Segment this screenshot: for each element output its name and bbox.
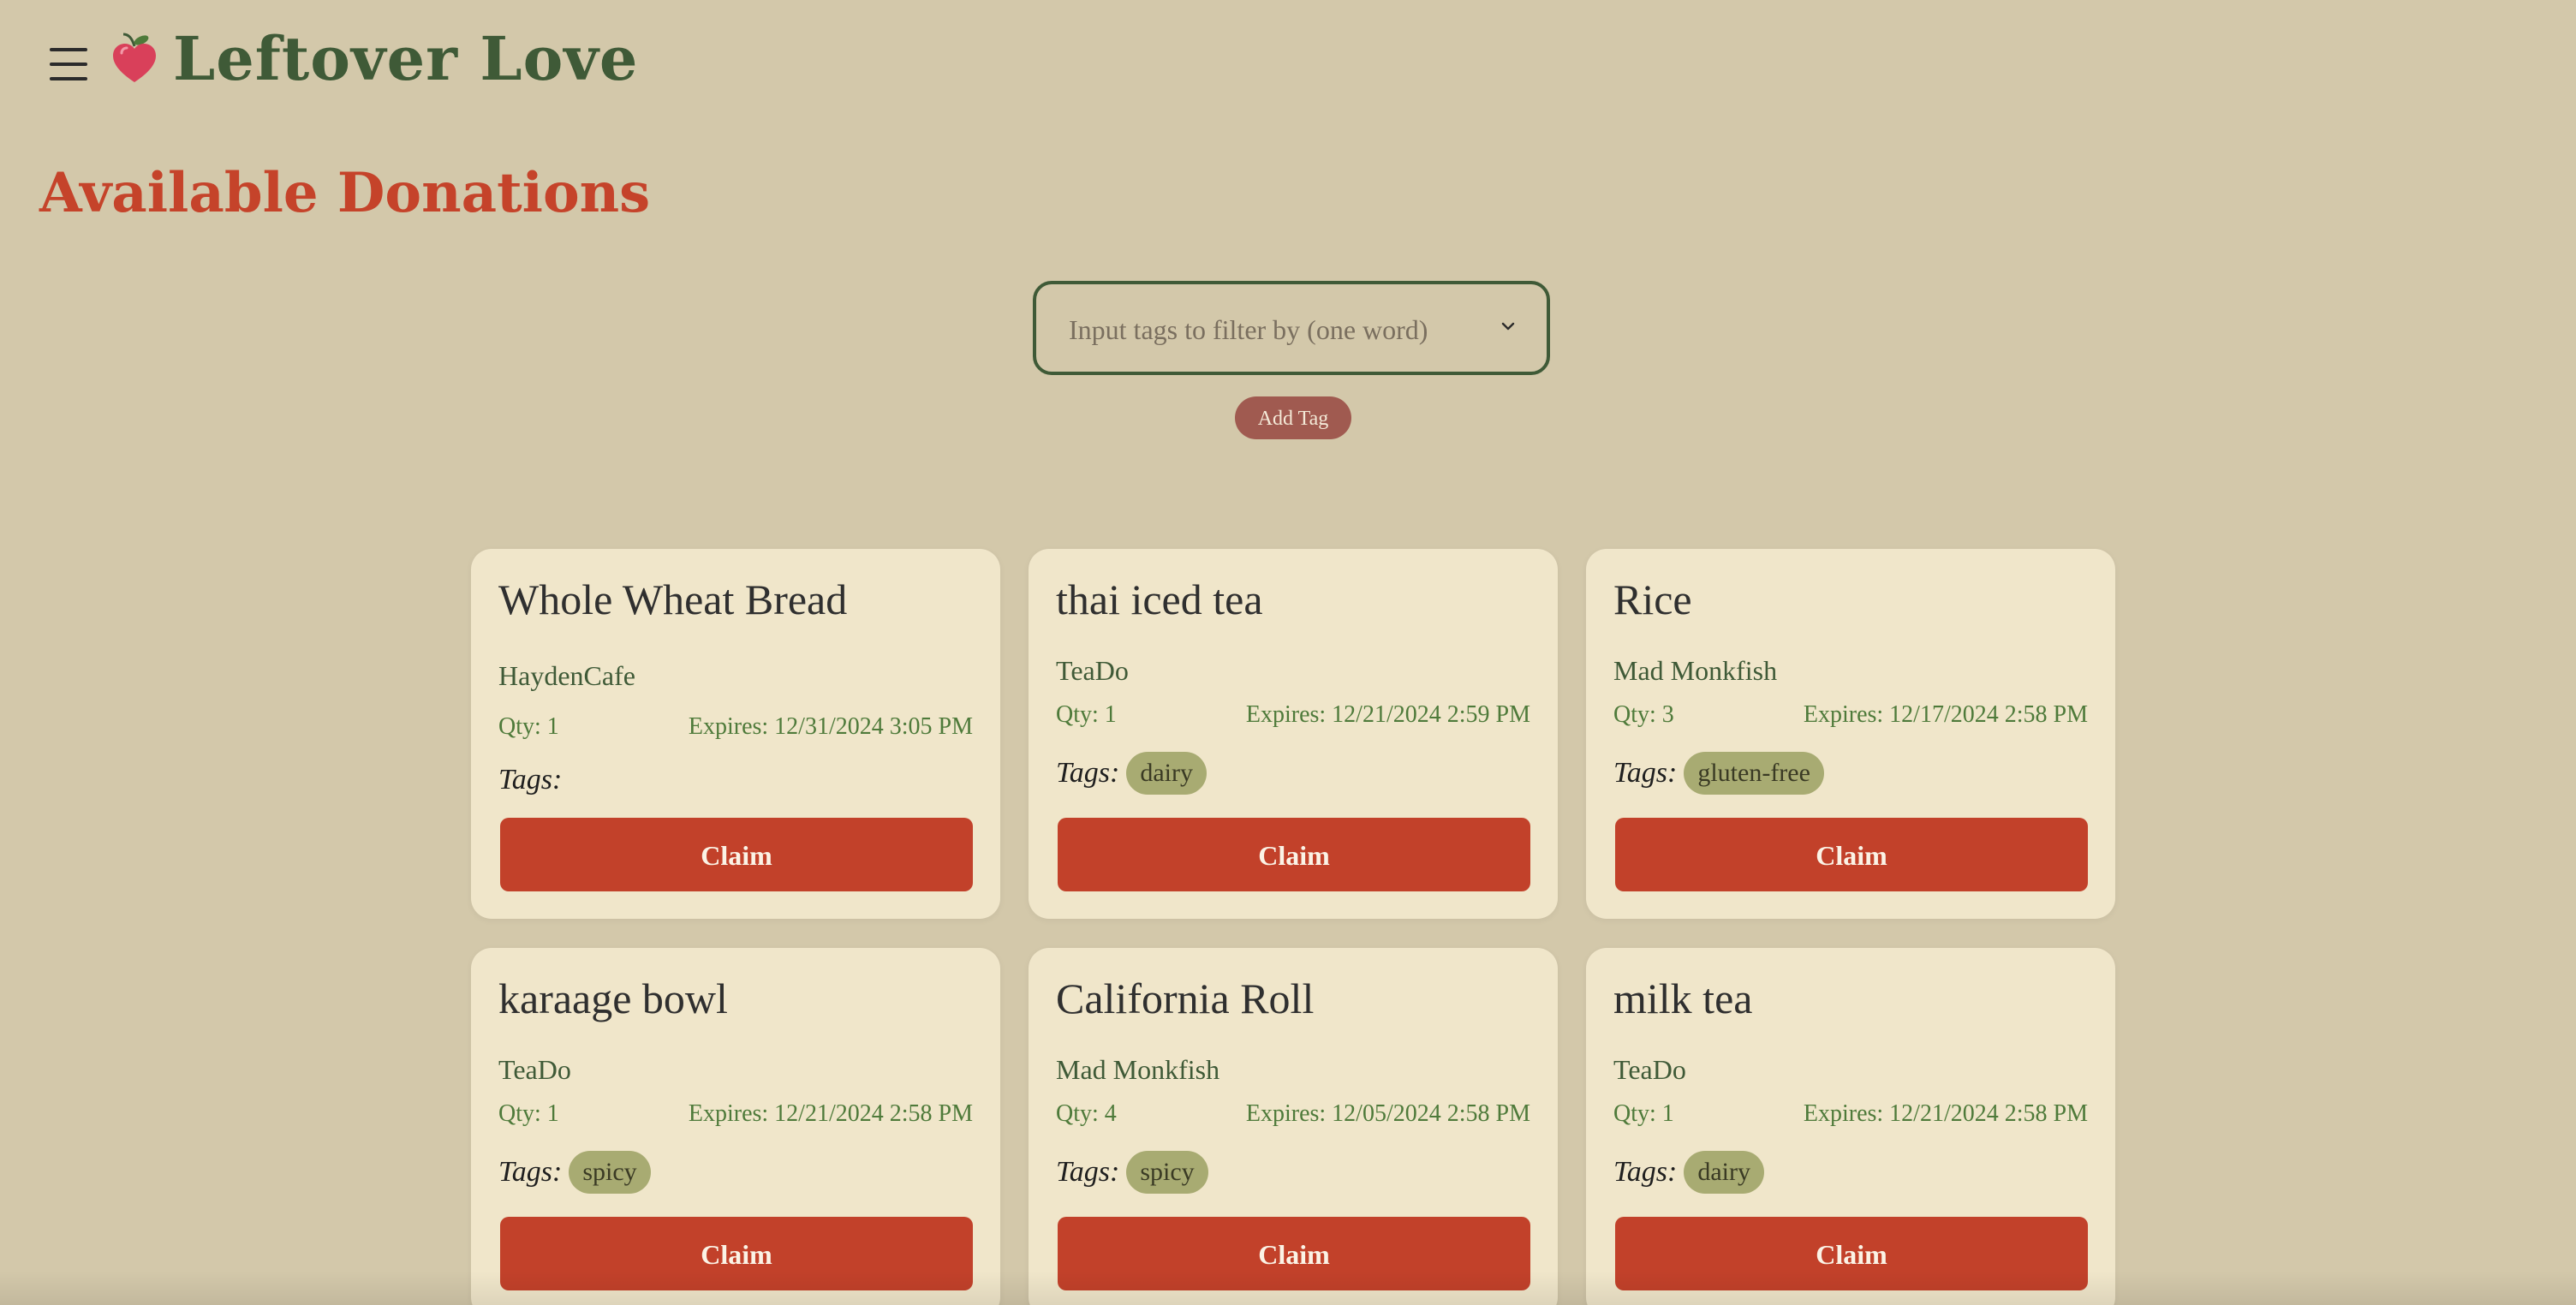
donation-title: karaage bowl [498, 974, 728, 1022]
claim-button[interactable]: Claim [1615, 1217, 2088, 1290]
donation-qty: Qty: 1 [1613, 1100, 1674, 1127]
tag-filter-combobox[interactable] [1033, 281, 1550, 375]
tags-row: Tags: dairy [1613, 1150, 1764, 1195]
tags-label: Tags: [1056, 757, 1120, 789]
tags-row: Tags: spicy [498, 1150, 651, 1195]
tags-row: Tags: [498, 758, 569, 802]
donation-card: Rice Mad Monkfish Qty: 3 Expires: 12/17/… [1586, 549, 2115, 919]
claim-button[interactable]: Claim [1615, 818, 2088, 891]
claim-button[interactable]: Claim [500, 1217, 973, 1290]
tags-label: Tags: [1613, 1156, 1678, 1188]
donation-expires: Expires: 12/21/2024 2:58 PM [688, 1100, 973, 1127]
tag-chip: spicy [1126, 1151, 1208, 1194]
tags-label: Tags: [498, 764, 563, 796]
page-title: Available Donations [39, 161, 651, 225]
donation-card: California Roll Mad Monkfish Qty: 4 Expi… [1029, 948, 1558, 1305]
donation-qty: Qty: 1 [1056, 701, 1117, 728]
claim-button[interactable]: Claim [1058, 818, 1530, 891]
tags-row: Tags: dairy [1056, 751, 1207, 796]
donation-title: Whole Wheat Bread [498, 575, 848, 623]
donation-expires: Expires: 12/17/2024 2:58 PM [1803, 701, 2088, 728]
donation-vendor: TeaDo [498, 1054, 571, 1085]
brand-title[interactable]: Leftover Love [173, 21, 638, 98]
heart-apple-icon [111, 33, 158, 84]
donation-vendor: HaydenCafe [498, 660, 635, 691]
donation-title: milk tea [1613, 974, 1753, 1022]
tags-row: Tags: spicy [1056, 1150, 1208, 1195]
donation-expires: Expires: 12/31/2024 3:05 PM [688, 713, 973, 740]
tags-label: Tags: [498, 1156, 563, 1188]
tag-chip: dairy [1126, 752, 1207, 795]
donation-qty: Qty: 3 [1613, 701, 1674, 728]
donation-card: milk tea TeaDo Qty: 1 Expires: 12/21/202… [1586, 948, 2115, 1305]
donation-title: Rice [1613, 575, 1692, 623]
donation-card: Whole Wheat Bread HaydenCafe Qty: 1 Expi… [471, 549, 1000, 919]
donation-qty: Qty: 1 [498, 1100, 559, 1127]
donation-vendor: TeaDo [1613, 1054, 1686, 1085]
donation-expires: Expires: 12/21/2024 2:58 PM [1803, 1100, 2088, 1127]
donation-title: thai iced tea [1056, 575, 1263, 623]
hamburger-line [50, 77, 87, 80]
claim-button[interactable]: Claim [1058, 1217, 1530, 1290]
donation-card: karaage bowl TeaDo Qty: 1 Expires: 12/21… [471, 948, 1000, 1305]
donation-title: California Roll [1056, 974, 1315, 1022]
donation-expires: Expires: 12/21/2024 2:59 PM [1245, 701, 1530, 728]
hamburger-line [50, 48, 87, 51]
add-tag-button[interactable]: Add Tag [1235, 396, 1351, 439]
chevron-down-icon[interactable] [1499, 317, 1518, 336]
tags-row: Tags: gluten-free [1613, 751, 1824, 796]
hamburger-line [50, 63, 87, 66]
donation-vendor: TeaDo [1056, 655, 1129, 686]
tag-chip: dairy [1684, 1151, 1764, 1194]
tag-filter-input[interactable] [1067, 308, 1482, 351]
tag-chip: gluten-free [1684, 752, 1824, 795]
donation-expires: Expires: 12/05/2024 2:58 PM [1245, 1100, 1530, 1127]
hamburger-menu-icon[interactable] [50, 48, 87, 80]
donation-vendor: Mad Monkfish [1056, 1054, 1220, 1085]
tags-label: Tags: [1613, 757, 1678, 789]
donation-qty: Qty: 4 [1056, 1100, 1117, 1127]
donation-vendor: Mad Monkfish [1613, 655, 1778, 686]
tag-chip: spicy [569, 1151, 651, 1194]
tags-label: Tags: [1056, 1156, 1120, 1188]
page: Leftover Love Available Donations Add Ta… [0, 0, 2576, 1305]
donation-qty: Qty: 1 [498, 713, 559, 740]
claim-button[interactable]: Claim [500, 818, 973, 891]
donation-card: thai iced tea TeaDo Qty: 1 Expires: 12/2… [1029, 549, 1558, 919]
